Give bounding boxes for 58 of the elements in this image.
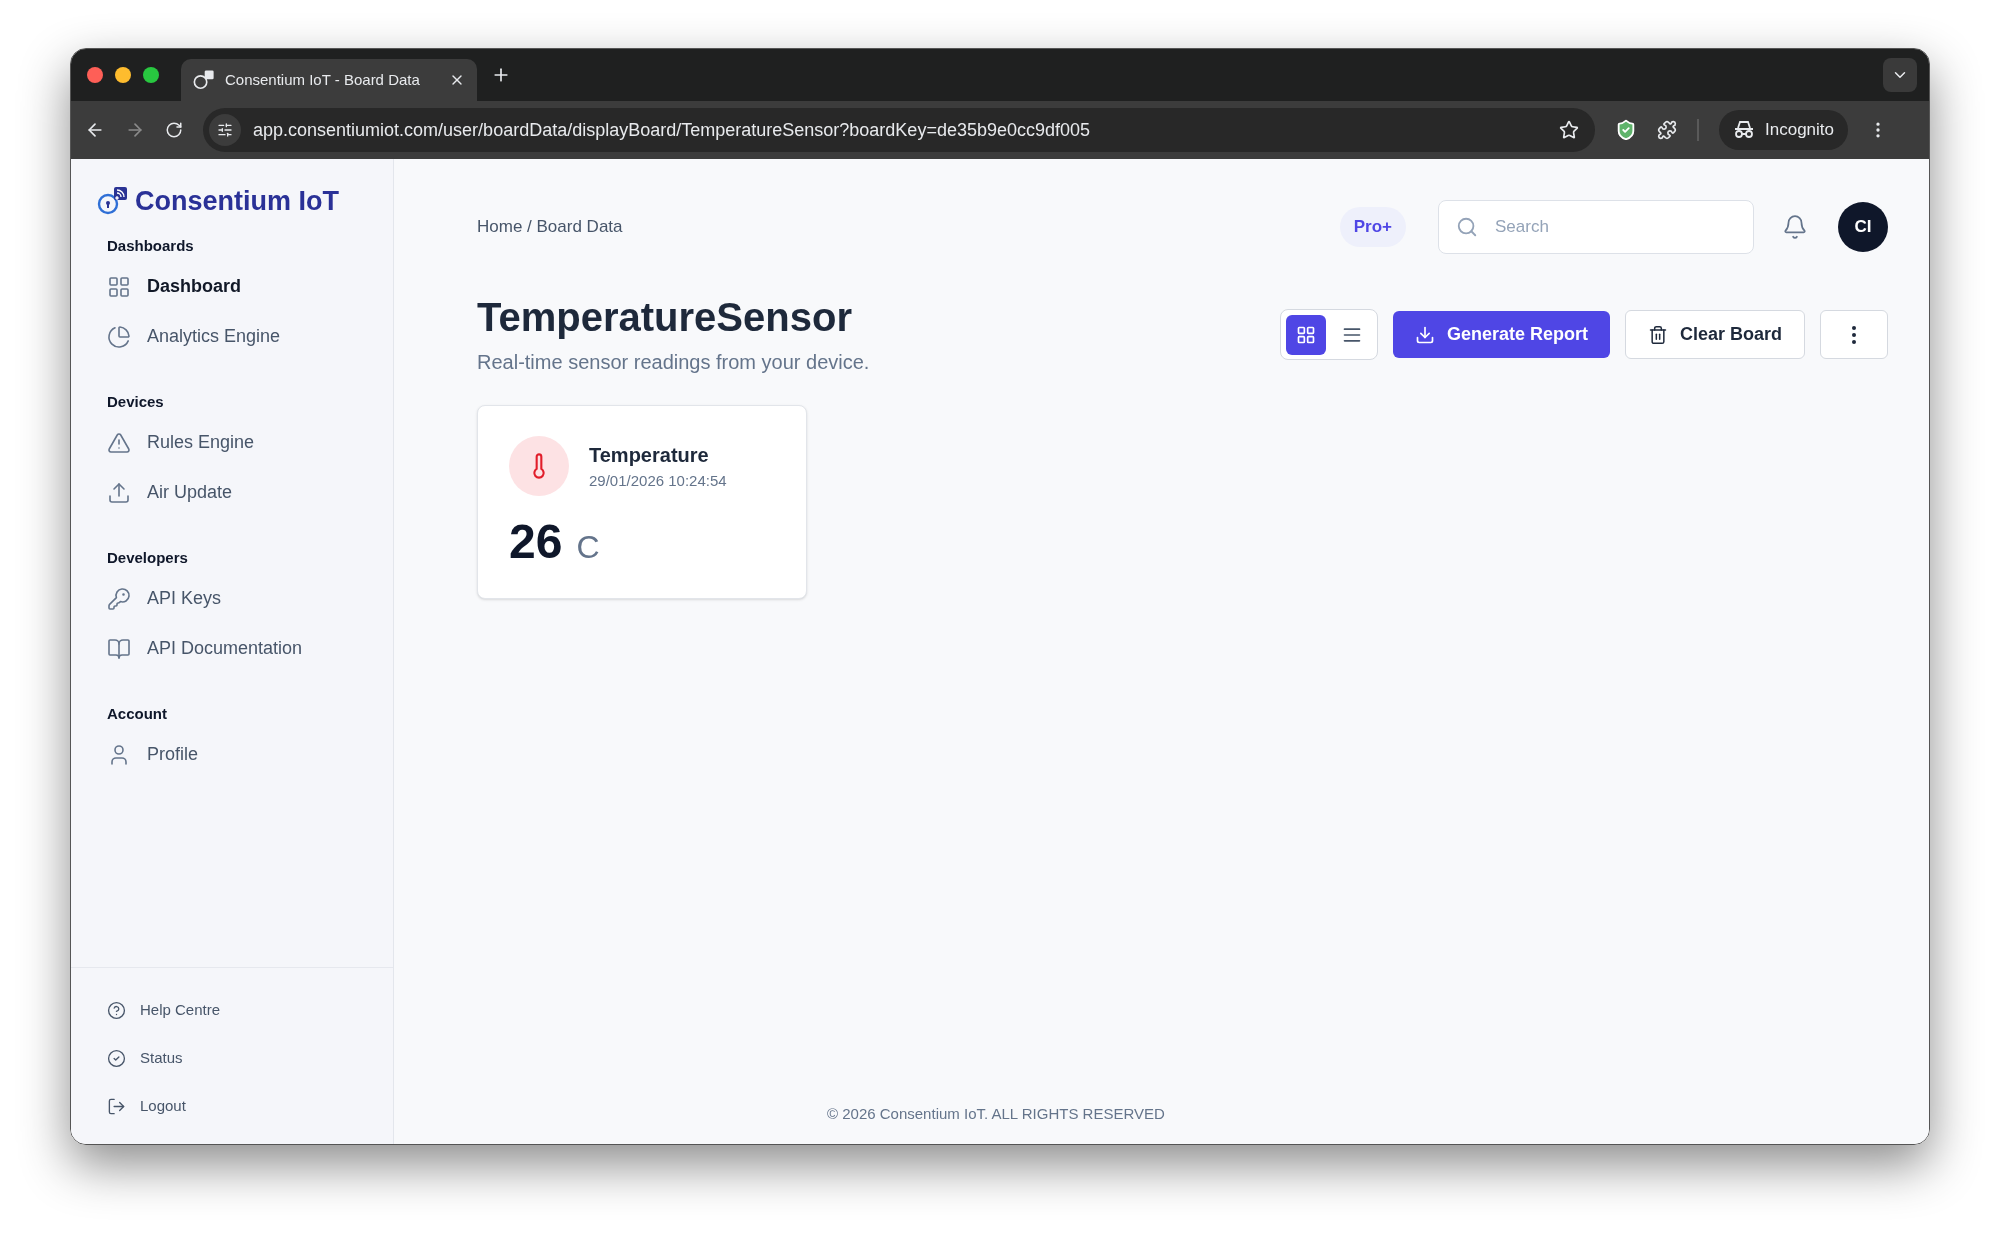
- tab-search-button[interactable]: [1883, 58, 1917, 92]
- browser-tab[interactable]: Consentium IoT - Board Data: [181, 59, 477, 101]
- check-circle-icon: [107, 1048, 126, 1068]
- address-bar[interactable]: app.consentiumiot.com/user/boardData/displayBoard/TemperatureSensor?boardKey=de35b9e0cc9df005: [203, 108, 1595, 152]
- clear-board-button[interactable]: Clear Board: [1624, 310, 1805, 359]
- notification-bell-icon[interactable]: [1782, 214, 1808, 240]
- thermometer-icon: [509, 436, 569, 496]
- sensor-unit: C: [576, 528, 600, 567]
- sidebar-footer-link[interactable]: Logout: [107, 1084, 393, 1128]
- book-icon: [107, 636, 131, 661]
- warning-icon: [107, 430, 131, 455]
- page-title: TemperatureSensor: [477, 294, 853, 341]
- key-icon: [107, 586, 131, 611]
- pie-chart-icon: [107, 324, 131, 349]
- sidebar-item[interactable]: API Documentation: [107, 623, 377, 674]
- generate-report-button[interactable]: Generate Report: [1392, 311, 1610, 358]
- sidebar-item[interactable]: Profile: [107, 729, 377, 780]
- grid-icon: [1295, 324, 1316, 345]
- section-heading: Dashboards: [107, 236, 195, 257]
- sidebar-item[interactable]: Rules Engine: [107, 417, 377, 468]
- page-subtitle: Real-time sensor readings from your device.: [477, 350, 871, 375]
- url-text: app.consentiumiot.com/user/boardData/displayBoard/TemperatureSensor?boardKey=de35b9e0cc9df005: [253, 118, 1092, 142]
- sensor-timestamp: 29/01/2026 10:24:54: [589, 470, 727, 491]
- upload-icon: [107, 480, 131, 505]
- section-heading: Developers: [107, 548, 189, 569]
- user-avatar[interactable]: CI: [1838, 202, 1888, 252]
- help-icon: [107, 1000, 126, 1020]
- site-settings-icon[interactable]: [217, 122, 233, 138]
- brand-name: Consentium IoT: [135, 185, 339, 218]
- sidebar-item[interactable]: Air Update: [107, 467, 377, 518]
- breadcrumb: Home / Board Data: [477, 216, 624, 239]
- sidebar-footer-link[interactable]: Help Centre: [107, 988, 393, 1032]
- sidebar-item[interactable]: API Keys: [107, 573, 377, 624]
- search-field[interactable]: Search: [1438, 200, 1754, 254]
- logout-icon: [107, 1096, 126, 1116]
- sidebar-footer-link[interactable]: Status: [107, 1036, 393, 1080]
- site-icon: [193, 69, 215, 91]
- section-heading: Devices: [107, 392, 165, 413]
- sensor-value: 26: [509, 514, 563, 570]
- search-icon: [1456, 216, 1478, 238]
- plan-badge: Pro+: [1339, 207, 1406, 247]
- section-heading: Account: [107, 704, 168, 725]
- sensor-name: Temperature: [589, 442, 710, 468]
- grid-icon: [107, 274, 131, 299]
- shield-icon[interactable]: [1615, 119, 1637, 141]
- sidebar-item[interactable]: Dashboard: [107, 261, 377, 312]
- trash-icon: [1647, 324, 1668, 345]
- reload-icon[interactable]: [165, 121, 183, 139]
- copyright-text: © 2026 Consentium IoT. ALL RIGHTS RESERVED: [827, 1105, 1165, 1122]
- bookmark-icon[interactable]: [1559, 120, 1579, 140]
- sidebar-item[interactable]: Analytics Engine: [107, 311, 377, 362]
- extensions-icon[interactable]: [1657, 120, 1677, 140]
- tab-title: Consentium IoT - Board Data: [225, 69, 421, 90]
- download-icon: [1414, 324, 1435, 345]
- incognito-icon: [1733, 120, 1755, 140]
- grid-view-button[interactable]: [1285, 314, 1326, 355]
- more-options-icon: [1852, 325, 1856, 344]
- incognito-button[interactable]: Incognito: [1719, 110, 1848, 150]
